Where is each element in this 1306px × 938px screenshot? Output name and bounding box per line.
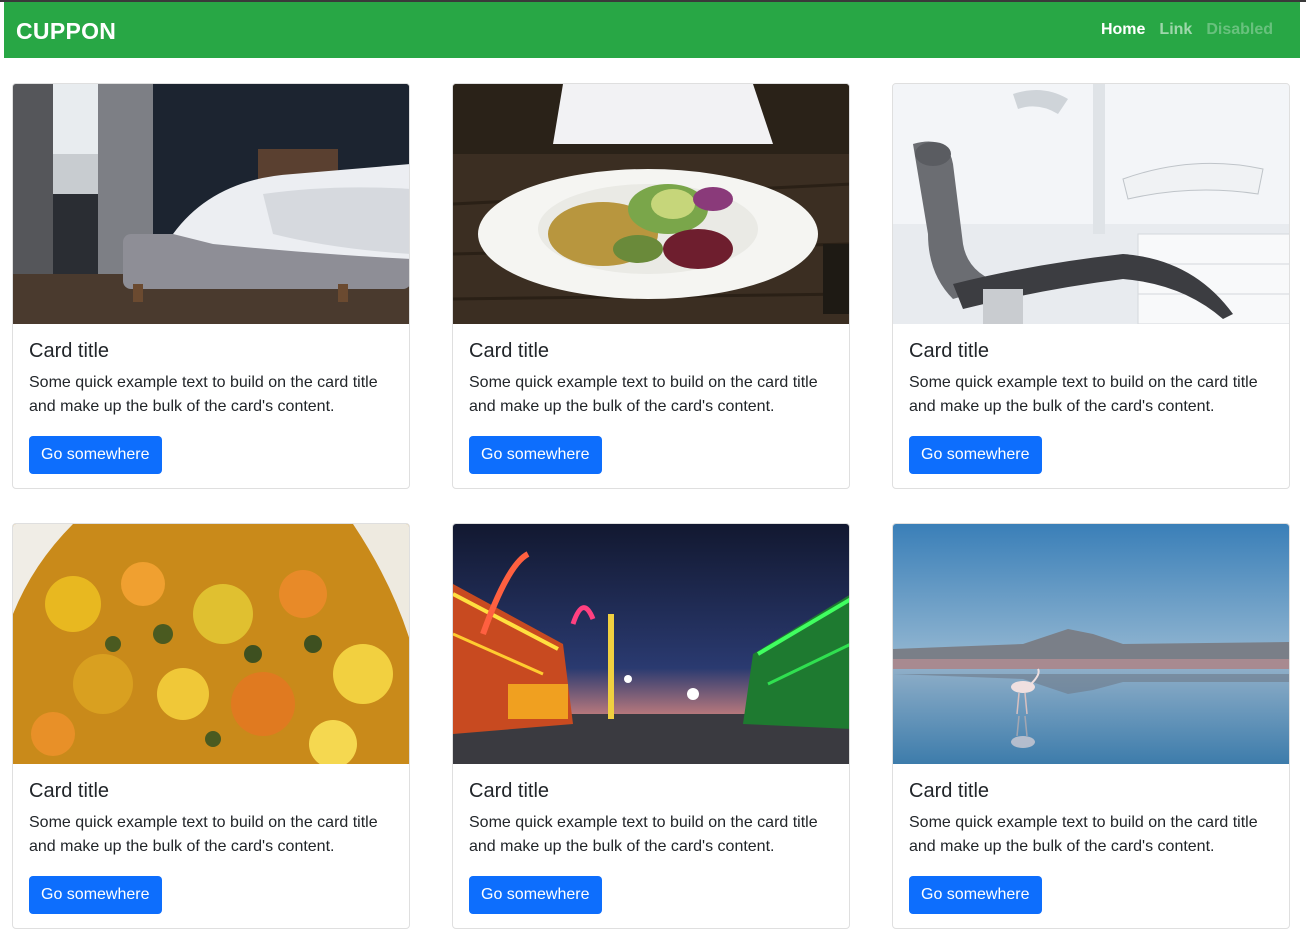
bedroom-photo <box>13 84 409 324</box>
carnival-night-photo <box>453 524 849 764</box>
flamingo-lake-photo <box>893 524 1289 764</box>
nav-links: Home Link Disabled <box>1094 21 1280 39</box>
nav-link-disabled: Disabled <box>1206 21 1273 38</box>
salad-bowl-photo <box>453 84 849 324</box>
go-somewhere-button[interactable]: Go somewhere <box>29 876 162 914</box>
navbar: CUPPON Home Link Disabled <box>4 2 1300 58</box>
card-2: Card title Some quick example text to bu… <box>452 83 850 489</box>
card-text: Some quick example text to build on the … <box>909 814 1258 855</box>
go-somewhere-button[interactable]: Go somewhere <box>29 436 162 474</box>
go-somewhere-button[interactable]: Go somewhere <box>469 876 602 914</box>
card-text: Some quick example text to build on the … <box>29 814 378 855</box>
go-somewhere-button[interactable]: Go somewhere <box>469 436 602 474</box>
card-text: Some quick example text to build on the … <box>29 374 378 415</box>
card-text: Some quick example text to build on the … <box>909 374 1258 415</box>
card-3: Card title Some quick example text to bu… <box>892 83 1290 489</box>
brand-logo[interactable]: CUPPON <box>16 18 116 45</box>
card-5: Card title Some quick example text to bu… <box>452 523 850 929</box>
card-4: Card title Some quick example text to bu… <box>12 523 410 929</box>
card-title: Card title <box>29 780 110 802</box>
nav-link-link[interactable]: Link <box>1152 21 1199 39</box>
card-title: Card title <box>469 340 550 362</box>
nav-link-home[interactable]: Home <box>1094 21 1152 39</box>
go-somewhere-button[interactable]: Go somewhere <box>909 436 1042 474</box>
card-title: Card title <box>909 340 990 362</box>
card-title: Card title <box>469 780 550 802</box>
card-1: Card title Some quick example text to bu… <box>12 83 410 489</box>
vegetable-dish-photo <box>13 524 409 764</box>
card-text: Some quick example text to build on the … <box>469 814 818 855</box>
card-6: Card title Some quick example text to bu… <box>892 523 1290 929</box>
card-title: Card title <box>909 780 990 802</box>
card-text: Some quick example text to build on the … <box>469 374 818 415</box>
card-title: Card title <box>29 340 110 362</box>
go-somewhere-button[interactable]: Go somewhere <box>909 876 1042 914</box>
dental-chair-photo <box>893 84 1289 324</box>
